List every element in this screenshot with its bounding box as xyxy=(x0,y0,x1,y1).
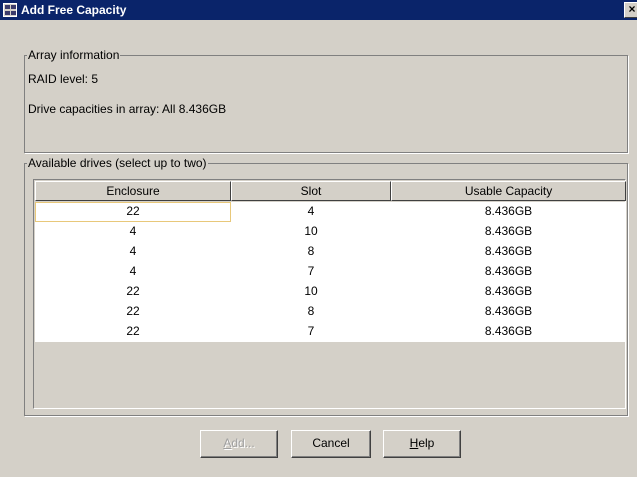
capacity-cell: 8.436GB xyxy=(484,244,533,258)
slot-cell: 8 xyxy=(307,304,315,318)
cancel-button[interactable]: Cancel xyxy=(291,430,371,458)
enclosure-cell: 4 xyxy=(129,264,137,278)
drives-table[interactable]: Enclosure Slot Usable Capacity 22 4 8.43… xyxy=(33,179,626,409)
drive-capacities-text: Drive capacities in array: All 8.436GB xyxy=(28,102,227,116)
enclosure-cell: 4 xyxy=(129,224,137,238)
table-row[interactable]: 4 7 8.436GB xyxy=(35,262,626,282)
slot-cell: 4 xyxy=(307,204,315,218)
enclosure-cell: 22 xyxy=(126,304,140,318)
available-drives-legend: Available drives (select up to two) xyxy=(27,156,208,170)
column-header-slot[interactable]: Slot xyxy=(231,181,391,201)
capacity-cell: 8.436GB xyxy=(484,204,533,218)
column-header-enclosure[interactable]: Enclosure xyxy=(35,181,231,201)
slot-cell: 8 xyxy=(307,244,315,258)
capacity-cell: 8.436GB xyxy=(484,264,533,278)
window-title: Add Free Capacity xyxy=(21,3,127,17)
close-icon: × xyxy=(628,2,636,16)
capacity-cell: 8.436GB xyxy=(484,224,533,238)
enclosure-cell: 22 xyxy=(35,202,231,222)
help-button[interactable]: Help xyxy=(383,430,461,458)
help-label-rest: elp xyxy=(418,436,435,450)
title-bar[interactable]: Add Free Capacity × xyxy=(0,0,637,20)
table-row[interactable]: 22 8 8.436GB xyxy=(35,302,626,322)
table-row[interactable]: 4 10 8.436GB xyxy=(35,222,626,242)
table-row[interactable]: 22 4 8.436GB xyxy=(35,202,626,222)
column-header-usable-capacity[interactable]: Usable Capacity xyxy=(391,181,626,201)
array-information-legend: Array information xyxy=(27,48,121,62)
enclosure-cell: 22 xyxy=(126,284,140,298)
slot-cell: 10 xyxy=(304,284,318,298)
add-label-rest: dd... xyxy=(231,436,255,450)
slot-cell: 7 xyxy=(307,324,315,338)
table-row[interactable]: 22 7 8.436GB xyxy=(35,322,626,342)
add-button[interactable]: Add... xyxy=(200,430,278,458)
enclosure-cell: 22 xyxy=(126,324,140,338)
enclosure-cell: 4 xyxy=(129,244,137,258)
slot-cell: 10 xyxy=(304,224,318,238)
capacity-cell: 8.436GB xyxy=(484,304,533,318)
cancel-label: Cancel xyxy=(312,436,350,450)
table-row[interactable]: 4 8 8.436GB xyxy=(35,242,626,262)
close-button[interactable]: × xyxy=(624,2,637,18)
add-free-capacity-dialog: Add Free Capacity × Array information RA… xyxy=(0,0,637,477)
raid-level-text: RAID level: 5 xyxy=(28,72,99,86)
array-information-group: Array information xyxy=(24,48,628,153)
table-row[interactable]: 22 10 8.436GB xyxy=(35,282,626,302)
capacity-cell: 8.436GB xyxy=(484,284,533,298)
app-icon xyxy=(3,3,17,17)
slot-cell: 7 xyxy=(307,264,315,278)
table-header: Enclosure Slot Usable Capacity xyxy=(35,181,626,201)
table-body: 22 4 8.436GB 4 10 8.436GB 4 8 8.436GB 4 … xyxy=(35,202,626,342)
capacity-cell: 8.436GB xyxy=(484,324,533,338)
